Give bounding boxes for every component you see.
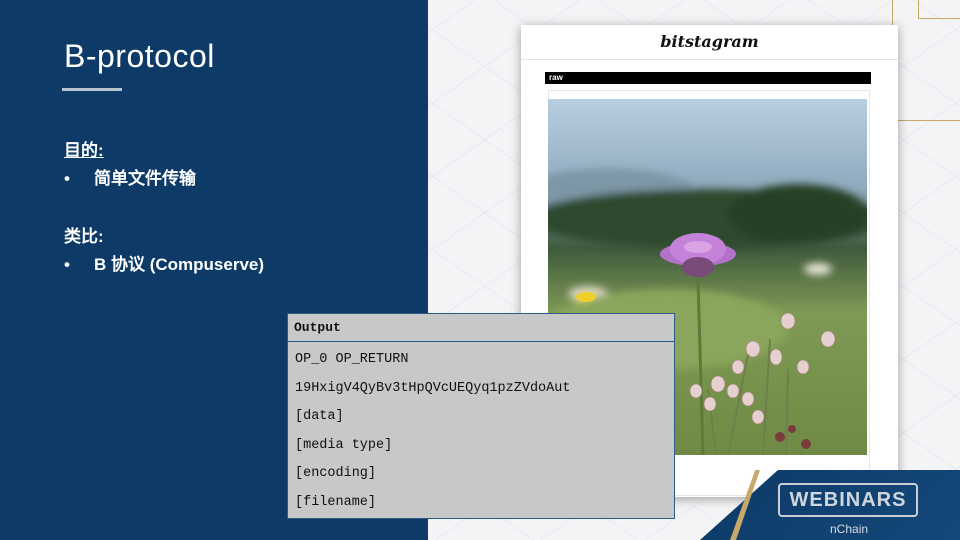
- header-divider: [521, 59, 898, 60]
- output-line: [media type]: [295, 437, 393, 453]
- purpose-heading: 目的:: [64, 141, 104, 160]
- decorative-line: [892, 120, 960, 121]
- analogy-bullet: • B 协议 (Compuserve): [64, 250, 264, 275]
- title-underline: [62, 88, 122, 91]
- decorative-line: [918, 0, 919, 18]
- output-line: [encoding]: [295, 466, 377, 481]
- bullet-dot: •: [64, 169, 70, 188]
- output-box: Output OP_0 OP_RETURN 19HxigV4QyBv3tHpQV…: [287, 313, 675, 519]
- webinars-logo: WEBINARS: [778, 483, 918, 517]
- output-line: OP_0 OP_RETURN: [295, 352, 409, 367]
- bitstagram-logo: bitstagram: [660, 32, 759, 51]
- output-line: [filename]: [295, 494, 377, 510]
- bullet-dot: •: [64, 255, 70, 274]
- output-line: 19HxigV4QyBv3tHpQVcUEQyq1pzZVdoAut: [295, 380, 571, 396]
- nchain-logo: nChain: [830, 522, 869, 536]
- purpose-bullet: • 简单文件传输: [64, 164, 196, 189]
- output-body: OP_0 OP_RETURN 19HxigV4QyBv3tHpQVcUEQyq1…: [288, 342, 674, 517]
- slide-title: B-protocol: [64, 38, 215, 74]
- output-line: [data]: [295, 409, 344, 424]
- analogy-heading: 类比:: [64, 227, 104, 246]
- purpose-bullet-text: 简单文件传输: [94, 169, 196, 188]
- output-header: Output: [288, 314, 674, 342]
- decorative-line: [918, 18, 960, 19]
- raw-label-bar: raw: [545, 72, 871, 84]
- analogy-bullet-text: B 协议 (Compuserve): [94, 255, 265, 274]
